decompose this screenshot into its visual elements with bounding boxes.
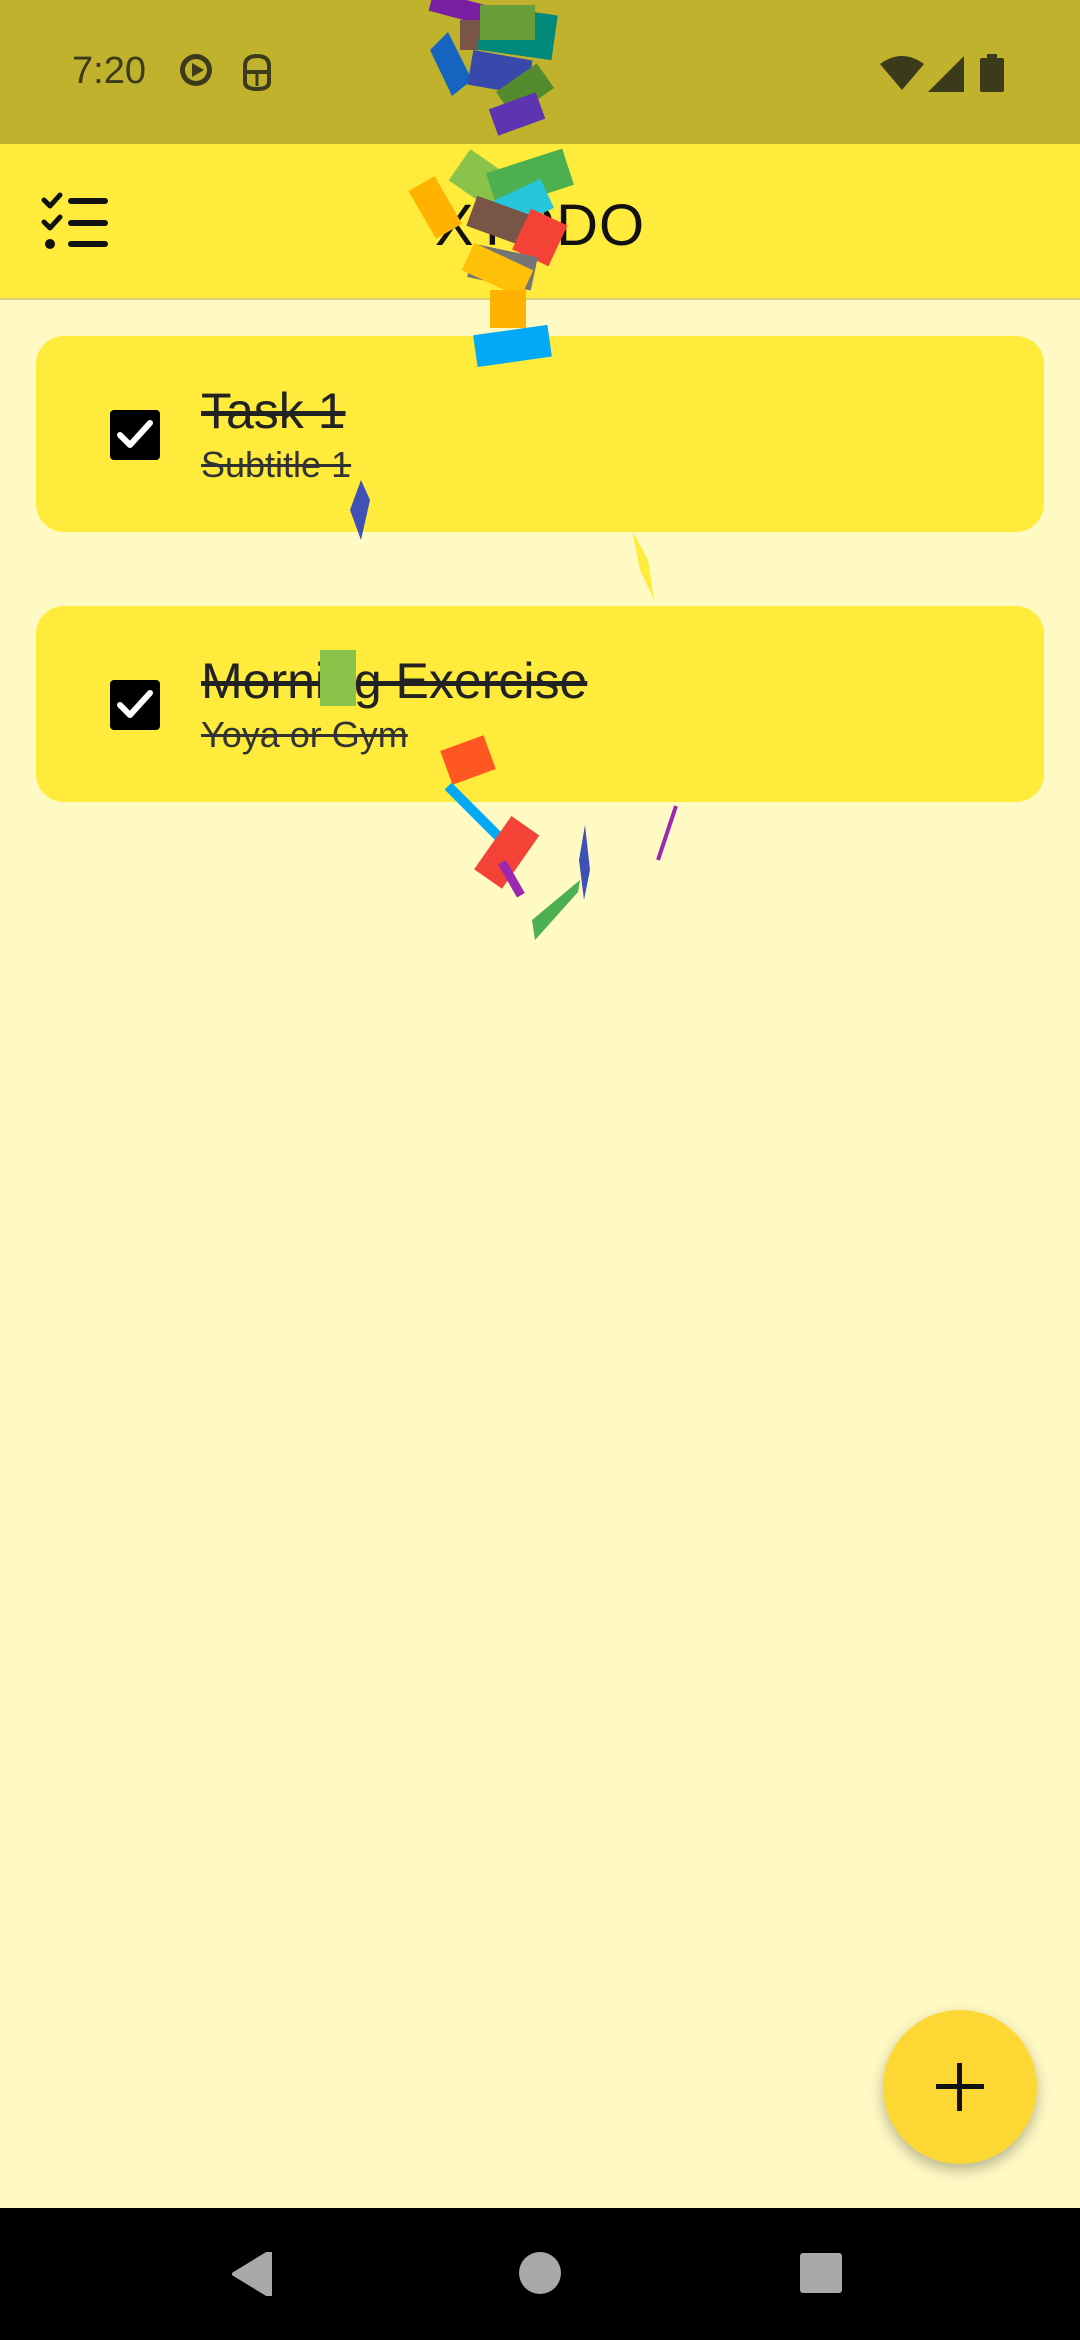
status-bar: 7:20 — [0, 0, 1080, 144]
task-checkbox[interactable] — [110, 680, 160, 730]
plus-icon — [936, 2063, 984, 2111]
status-time: 7:20 — [72, 50, 146, 92]
app-bar: XTODO — [0, 144, 1080, 300]
battery-icon — [980, 54, 1004, 97]
task-checkbox[interactable] — [110, 410, 160, 460]
wifi-icon — [880, 56, 924, 95]
task-subtitle: Subtitle 1 — [201, 444, 352, 485]
cell-signal-icon — [928, 56, 964, 97]
task-card[interactable]: Task 1 Subtitle 1 — [36, 336, 1044, 532]
navigation-bar — [0, 2208, 1080, 2340]
play-circle-icon — [178, 52, 214, 93]
task-subtitle: Yoya or Gym — [201, 714, 408, 755]
recents-icon[interactable] — [800, 2253, 842, 2293]
task-card[interactable]: Morning Exercise Yoya or Gym — [36, 606, 1044, 802]
task-title: Morning Exercise — [201, 653, 588, 709]
back-icon[interactable] — [232, 2250, 274, 2301]
add-task-button[interactable] — [883, 2010, 1037, 2164]
android-debug-icon — [240, 52, 274, 97]
task-title: Task 1 — [201, 383, 346, 439]
app-title: XTODO — [434, 193, 646, 258]
home-icon[interactable] — [519, 2252, 561, 2294]
